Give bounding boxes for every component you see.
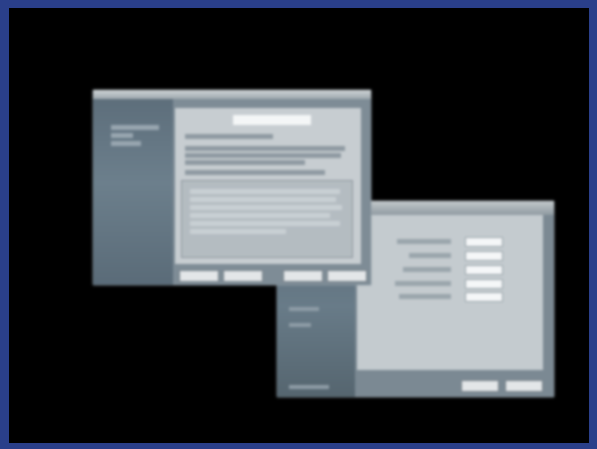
- text-line: [185, 160, 305, 165]
- text-area[interactable]: [181, 180, 353, 258]
- monitor-screen: [8, 7, 590, 444]
- wizard-window[interactable]: [93, 90, 371, 285]
- field-input[interactable]: [465, 279, 503, 289]
- wizard-content: [175, 108, 361, 264]
- field-input[interactable]: [465, 292, 503, 302]
- text-line: [185, 146, 345, 151]
- field-label: [397, 239, 451, 244]
- wizard-button[interactable]: [179, 270, 219, 282]
- text-line: [190, 197, 336, 202]
- field-input[interactable]: [465, 237, 503, 247]
- highlighted-heading: [233, 115, 311, 125]
- field-label: [399, 294, 451, 299]
- wizard-button[interactable]: [223, 270, 263, 282]
- text-line: [185, 134, 273, 139]
- field-label: [403, 267, 451, 272]
- sidebar-icon: [289, 307, 319, 311]
- text-line: [190, 213, 330, 218]
- dialog-button[interactable]: [461, 380, 499, 392]
- text-line: [190, 189, 340, 194]
- text-line: [190, 221, 340, 226]
- wizard-button[interactable]: [283, 270, 323, 282]
- wizard-button[interactable]: [327, 270, 367, 282]
- field-input[interactable]: [465, 265, 503, 275]
- text-line: [185, 153, 341, 158]
- wizard-titlebar[interactable]: [93, 90, 371, 99]
- text-line: [190, 205, 342, 210]
- sidebar-step[interactable]: [111, 125, 159, 130]
- sidebar-step[interactable]: [111, 133, 133, 138]
- settings-dialog-content: [357, 215, 543, 370]
- wizard-sidebar: [93, 99, 173, 285]
- sidebar-step[interactable]: [111, 141, 141, 146]
- dialog-button[interactable]: [505, 380, 543, 392]
- sidebar-icon: [289, 323, 311, 327]
- field-input[interactable]: [465, 251, 503, 261]
- text-line: [190, 229, 286, 234]
- field-label: [395, 281, 451, 286]
- sidebar-icon: [289, 385, 329, 389]
- text-line: [185, 170, 325, 175]
- field-label: [409, 253, 451, 258]
